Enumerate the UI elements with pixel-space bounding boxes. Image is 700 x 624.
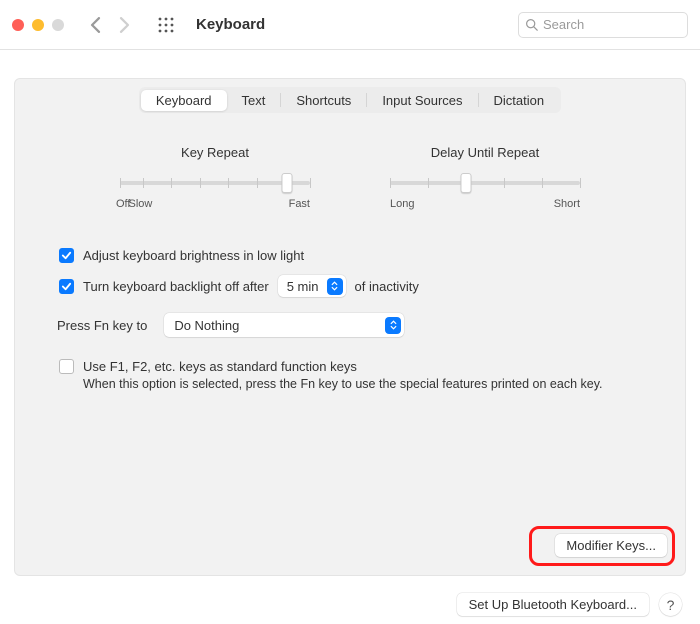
key-repeat-slider[interactable] bbox=[120, 174, 310, 192]
key-repeat-label: Key Repeat bbox=[120, 145, 310, 160]
back-button[interactable] bbox=[90, 17, 101, 33]
tab-strip: Keyboard Text Shortcuts Input Sources Di… bbox=[139, 87, 561, 113]
std-fn-help: When this option is selected, press the … bbox=[83, 376, 628, 394]
press-fn-value: Do Nothing bbox=[174, 318, 239, 333]
delay-label: Delay Until Repeat bbox=[390, 145, 580, 160]
backlight-duration-select[interactable]: 5 min bbox=[278, 275, 346, 297]
key-repeat-slow-label: Slow bbox=[128, 198, 152, 210]
delay-group: Delay Until Repeat Long Short bbox=[390, 145, 580, 210]
tab-shortcuts[interactable]: Shortcuts bbox=[281, 90, 366, 111]
minimize-window-button[interactable] bbox=[32, 19, 44, 31]
show-all-icon[interactable] bbox=[158, 17, 174, 33]
footer: Set Up Bluetooth Keyboard... ? bbox=[0, 593, 700, 616]
std-fn-label: Use F1, F2, etc. keys as standard functi… bbox=[83, 359, 357, 374]
adjust-brightness-checkbox[interactable] bbox=[59, 248, 74, 263]
tab-input-sources[interactable]: Input Sources bbox=[367, 90, 477, 111]
nav-buttons bbox=[90, 17, 130, 33]
delay-sublabels: Long Short bbox=[390, 198, 580, 210]
press-fn-label: Press Fn key to bbox=[57, 318, 147, 333]
std-fn-checkbox[interactable] bbox=[59, 359, 74, 374]
preferences-panel: Keyboard Text Shortcuts Input Sources Di… bbox=[14, 78, 686, 576]
tab-dictation[interactable]: Dictation bbox=[479, 90, 560, 111]
backlight-off-row: Turn keyboard backlight off after 5 min … bbox=[59, 275, 639, 297]
key-repeat-group: Key Repeat Off Slow Fast bbox=[120, 145, 310, 210]
titlebar: Keyboard Search bbox=[0, 0, 700, 50]
press-fn-row: Press Fn key to Do Nothing bbox=[57, 313, 639, 337]
key-repeat-knob[interactable] bbox=[282, 173, 293, 193]
tabs: Keyboard Text Shortcuts Input Sources Di… bbox=[15, 87, 685, 113]
adjust-brightness-row: Adjust keyboard brightness in low light bbox=[59, 248, 639, 263]
help-button[interactable]: ? bbox=[659, 593, 682, 616]
backlight-off-suffix: of inactivity bbox=[355, 279, 419, 294]
modifier-keys-button[interactable]: Modifier Keys... bbox=[555, 534, 667, 557]
stepper-icon bbox=[327, 278, 343, 295]
search-input[interactable]: Search bbox=[518, 12, 688, 38]
forward-button[interactable] bbox=[119, 17, 130, 33]
search-icon bbox=[525, 18, 538, 31]
tab-text[interactable]: Text bbox=[227, 90, 281, 111]
backlight-off-prefix: Turn keyboard backlight off after bbox=[83, 279, 269, 294]
adjust-brightness-label: Adjust keyboard brightness in low light bbox=[83, 248, 304, 263]
window-title: Keyboard bbox=[196, 16, 265, 33]
bluetooth-keyboard-button[interactable]: Set Up Bluetooth Keyboard... bbox=[457, 593, 649, 616]
key-repeat-sublabels: Off Slow Fast bbox=[120, 198, 310, 210]
window-controls bbox=[12, 19, 64, 31]
stepper-icon bbox=[385, 317, 401, 334]
delay-slider[interactable] bbox=[390, 174, 580, 192]
delay-long-label: Long bbox=[390, 198, 414, 210]
sliders-row: Key Repeat Off Slow Fast Delay Until Rep… bbox=[15, 145, 685, 210]
std-fn-row: Use F1, F2, etc. keys as standard functi… bbox=[59, 359, 639, 374]
zoom-window-button[interactable] bbox=[52, 19, 64, 31]
tab-keyboard[interactable]: Keyboard bbox=[141, 90, 227, 111]
close-window-button[interactable] bbox=[12, 19, 24, 31]
search-placeholder: Search bbox=[543, 17, 584, 32]
options-rows: Adjust keyboard brightness in low light … bbox=[59, 248, 639, 394]
backlight-duration-value: 5 min bbox=[287, 279, 319, 294]
delay-knob[interactable] bbox=[461, 173, 472, 193]
backlight-off-checkbox[interactable] bbox=[59, 279, 74, 294]
delay-short-label: Short bbox=[554, 198, 580, 210]
press-fn-select[interactable]: Do Nothing bbox=[164, 313, 404, 337]
key-repeat-fast-label: Fast bbox=[289, 198, 310, 210]
